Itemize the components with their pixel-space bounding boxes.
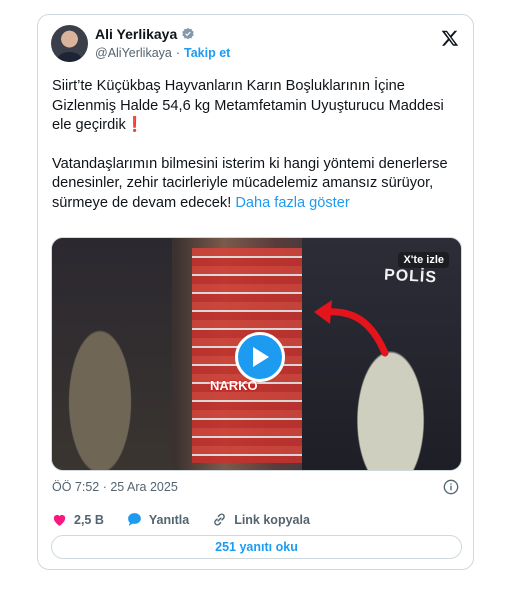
author-name[interactable]: Ali Yerlikaya <box>95 26 177 42</box>
author-name-row: Ali Yerlikaya <box>95 26 195 42</box>
read-replies-button[interactable]: 251 yanıtı oku <box>51 535 462 559</box>
tweet-paragraph-1-text: Siirt’te Küçükbaş Hayvanların Karın Boşl… <box>52 78 448 133</box>
author-avatar[interactable] <box>51 25 88 62</box>
tweet-paragraph-1: Siirt’te Küçükbaş Hayvanların Karın Boşl… <box>52 77 462 136</box>
tweet-paragraph-2: Vatandaşlarımın bilmesini isterim ki han… <box>52 155 462 214</box>
tweet-text: Siirt’te Küçükbaş Hayvanların Karın Boşl… <box>52 77 462 232</box>
heart-icon <box>53 514 66 526</box>
verified-badge-icon <box>182 27 194 40</box>
info-icon[interactable] <box>443 479 459 495</box>
red-arrow-icon <box>314 300 389 357</box>
author-handle[interactable]: @AliYerlikaya <box>95 46 172 60</box>
exclamation-emoji: ❗ <box>125 117 144 133</box>
tweet-card: Ali Yerlikaya @AliYerlikaya · Takip et S… <box>37 14 474 570</box>
play-icon <box>253 347 269 367</box>
read-replies-label: 251 yanıtı oku <box>215 540 298 554</box>
like-action[interactable]: 2,5 B <box>51 511 104 528</box>
video-overlay-polis: POLİS <box>383 266 438 287</box>
reply-label: Yanıtla <box>148 512 190 527</box>
tweet-actions: 2,5 B Yanıtla Link kopyala <box>51 511 332 528</box>
handle-separator: · <box>175 46 181 60</box>
reply-action[interactable]: Yanıtla <box>126 511 189 528</box>
follow-button[interactable]: Takip et <box>184 46 230 60</box>
link-icon <box>214 513 225 526</box>
tweet-timestamp[interactable]: ÖÖ 7:52 · 25 Ara 2025 <box>52 480 178 494</box>
watch-on-x-label[interactable]: X'te izle <box>398 252 449 268</box>
x-logo-icon[interactable] <box>441 29 459 47</box>
copy-link-label: Link kopyala <box>234 512 310 527</box>
video-scene-left <box>52 238 172 470</box>
reply-bubble-icon <box>128 513 141 526</box>
show-more-link[interactable]: Daha fazla göster <box>235 195 349 211</box>
video-thumbnail[interactable]: NARKO POLİS X'te izle <box>51 237 462 471</box>
copy-link-action[interactable]: Link kopyala <box>211 511 310 528</box>
like-count: 2,5 B <box>74 512 104 527</box>
play-button[interactable] <box>235 332 285 382</box>
author-handle-row: @AliYerlikaya · Takip et <box>95 46 230 60</box>
